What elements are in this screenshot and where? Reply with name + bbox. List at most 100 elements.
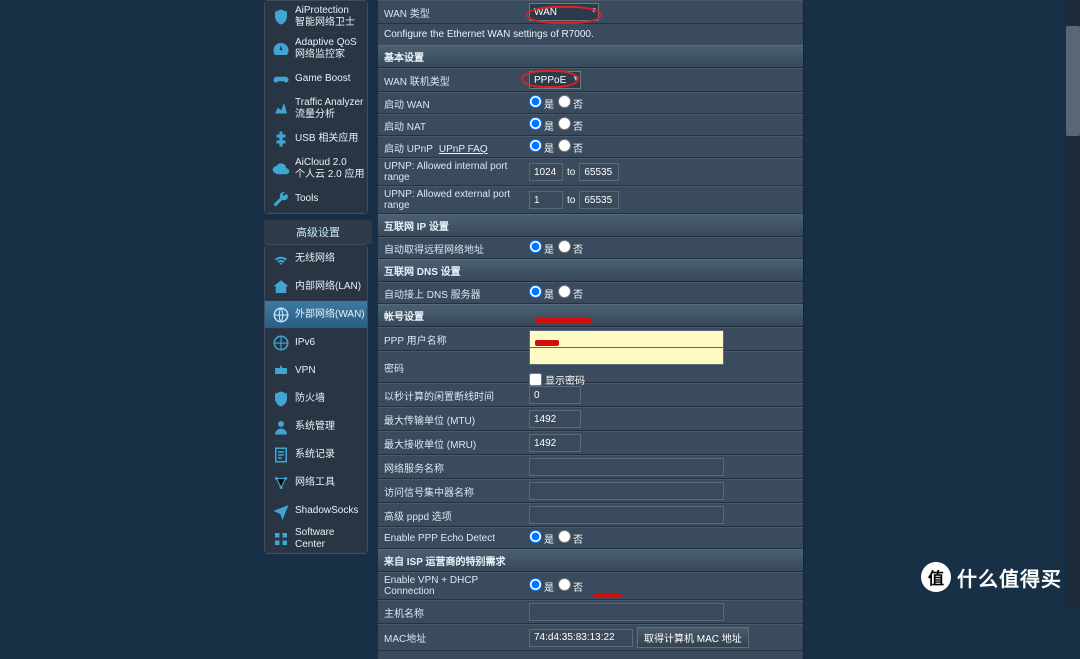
section-account: 帐号设置 [378,304,803,327]
upnp-ext-to[interactable] [579,191,619,209]
sidebar-item-usb[interactable]: USB 相关应用 [265,125,367,153]
sidebar-label: Tools [295,193,318,205]
sidebar-label: 系统管理 [295,421,335,433]
radio-no[interactable]: 否 [558,285,583,301]
radio-no[interactable]: 否 [558,117,583,133]
mtu-input[interactable] [529,410,581,428]
sidebar-label: AiCloud 2.0个人云 2.0 应用 [295,157,364,181]
radio-no[interactable]: 否 [558,578,583,594]
sidebar-label: AiProtection智能网络卫士 [295,5,355,29]
sidebar-label: 外部网络(WAN) [295,309,365,321]
row-mtu: 最大传输单位 (MTU) [378,407,803,431]
sidebar-label: 内部网络(LAN) [295,281,361,293]
wan-type-select[interactable]: WAN [529,3,599,21]
conc-input[interactable] [529,482,724,500]
shield-icon [271,7,291,27]
row-conn-type: WAN 联机类型 PPPoE [378,68,803,92]
sidebar-item-nettools[interactable]: 网络工具 [265,469,367,497]
host-input[interactable] [529,603,724,621]
mac-input[interactable] [529,629,633,647]
sidebar-label: Adaptive QoS网络监控家 [295,37,357,61]
radio-yes[interactable]: 是 [529,285,554,301]
pppd-input[interactable] [529,506,724,524]
radio-yes[interactable]: 是 [529,530,554,546]
sidebar-item-aiprotection[interactable]: AiProtection智能网络卫士 [265,1,367,33]
gauge-icon [271,39,291,59]
sidebar-item-software[interactable]: Software Center [265,525,367,553]
sidebar-item-qos[interactable]: Adaptive QoS网络监控家 [265,33,367,65]
row-hostname: 主机名称 [378,600,803,624]
wrench-icon [271,189,291,209]
radio-no[interactable]: 否 [558,240,583,256]
sidebar-label: ShadowSocks [295,505,358,517]
row-upnp-external: UPNP: Allowed external port range to [378,186,803,214]
conn-type-select[interactable]: PPPoE [529,71,581,89]
plane-icon [271,501,291,521]
apps-icon [271,529,291,549]
upnp-int-to[interactable] [579,163,619,181]
upnp-int-from[interactable] [529,163,563,181]
section-ip: 互联网 IP 设置 [378,214,803,237]
sidebar-label: 系统记录 [295,449,335,461]
sidebar-item-sysadmin[interactable]: 系统管理 [265,413,367,441]
cloud-icon [271,159,291,179]
radio-yes[interactable]: 是 [529,95,554,111]
radio-yes[interactable]: 是 [529,117,554,133]
sidebar-item-ipv6[interactable]: IPv6 [265,329,367,357]
upnp-faq-link[interactable]: UPnP FAQ [439,144,488,155]
sidebar-label: Game Boost [295,73,351,85]
show-pass-checkbox[interactable]: 显示密码 [529,372,585,387]
scrollbar[interactable] [1066,0,1080,608]
sidebar-label: VPN [295,365,316,377]
upnp-ext-from[interactable] [529,191,563,209]
sidebar-item-wan[interactable]: 外部网络(WAN) [265,301,367,329]
row-vpn-dhcp: Enable VPN + DHCP Connection 是 否 [378,572,803,600]
radio-no[interactable]: 否 [558,95,583,111]
label-wan-type: WAN 类型 [384,5,529,20]
label-conn-type: WAN 联机类型 [384,73,529,88]
advanced-settings-header: 高级设置 [264,220,372,244]
sidebar-item-firewall[interactable]: 防火墙 [265,385,367,413]
sidebar-item-wireless[interactable]: 无线网络 [265,245,367,273]
scroll-thumb[interactable] [1066,26,1080,136]
puzzle-icon [271,129,291,149]
radio-yes[interactable]: 是 [529,578,554,594]
svc-input[interactable] [529,458,724,476]
row-pppd: 高级 pppd 选项 [378,503,803,527]
row-auto-ip: 自动取得远程网络地址 是 否 [378,237,803,259]
row-mru: 最大接收单位 (MRU) [378,431,803,455]
get-mac-button[interactable]: 取得计算机 MAC 地址 [637,627,749,648]
row-idle: 以秒计算的闲置断线时间 [378,383,803,407]
row-enable-nat: 启动 NAT 是 否 [378,114,803,136]
radio-no[interactable]: 否 [558,139,583,155]
radio-yes[interactable]: 是 [529,240,554,256]
main-panel: WAN 类型 WAN Configure the Ethernet WAN se… [378,0,804,659]
row-enable-wan: 启动 WAN 是 否 [378,92,803,114]
mru-input[interactable] [529,434,581,452]
wifi-icon [271,249,291,269]
sidebar-item-lan[interactable]: 内部网络(LAN) [265,273,367,301]
sidebar-item-syslog[interactable]: 系统记录 [265,441,367,469]
section-isp: 来自 ISP 运营商的特别需求 [378,549,803,572]
idle-input[interactable] [529,386,581,404]
sidebar-label: USB 相关应用 [295,133,358,145]
sidebar-item-traffic[interactable]: Traffic Analyzer流量分析 [265,93,367,125]
redaction-mark [593,594,621,598]
gamepad-icon [271,69,291,89]
row-enable-upnp: 启动 UPnPUPnP FAQ 是 否 [378,136,803,158]
radio-no[interactable]: 否 [558,530,583,546]
row-echo: Enable PPP Echo Detect 是 否 [378,527,803,549]
sidebar-label: 防火墙 [295,393,325,405]
sidebar-label: Software Center [295,527,367,551]
sidebar-item-tools[interactable]: Tools [265,185,367,213]
ppp-pass-input[interactable] [529,347,724,365]
sidebar-item-gameboost[interactable]: Game Boost [265,65,367,93]
sidebar-item-aicloud[interactable]: AiCloud 2.0个人云 2.0 应用 [265,153,367,185]
traffic-icon [271,99,291,119]
redaction-mark [535,318,591,324]
sidebar-item-shadowsocks[interactable]: ShadowSocks [265,497,367,525]
config-desc: Configure the Ethernet WAN settings of R… [378,24,803,45]
sidebar-item-vpn[interactable]: VPN [265,357,367,385]
radio-yes[interactable]: 是 [529,139,554,155]
section-basic: 基本设置 [378,45,803,68]
